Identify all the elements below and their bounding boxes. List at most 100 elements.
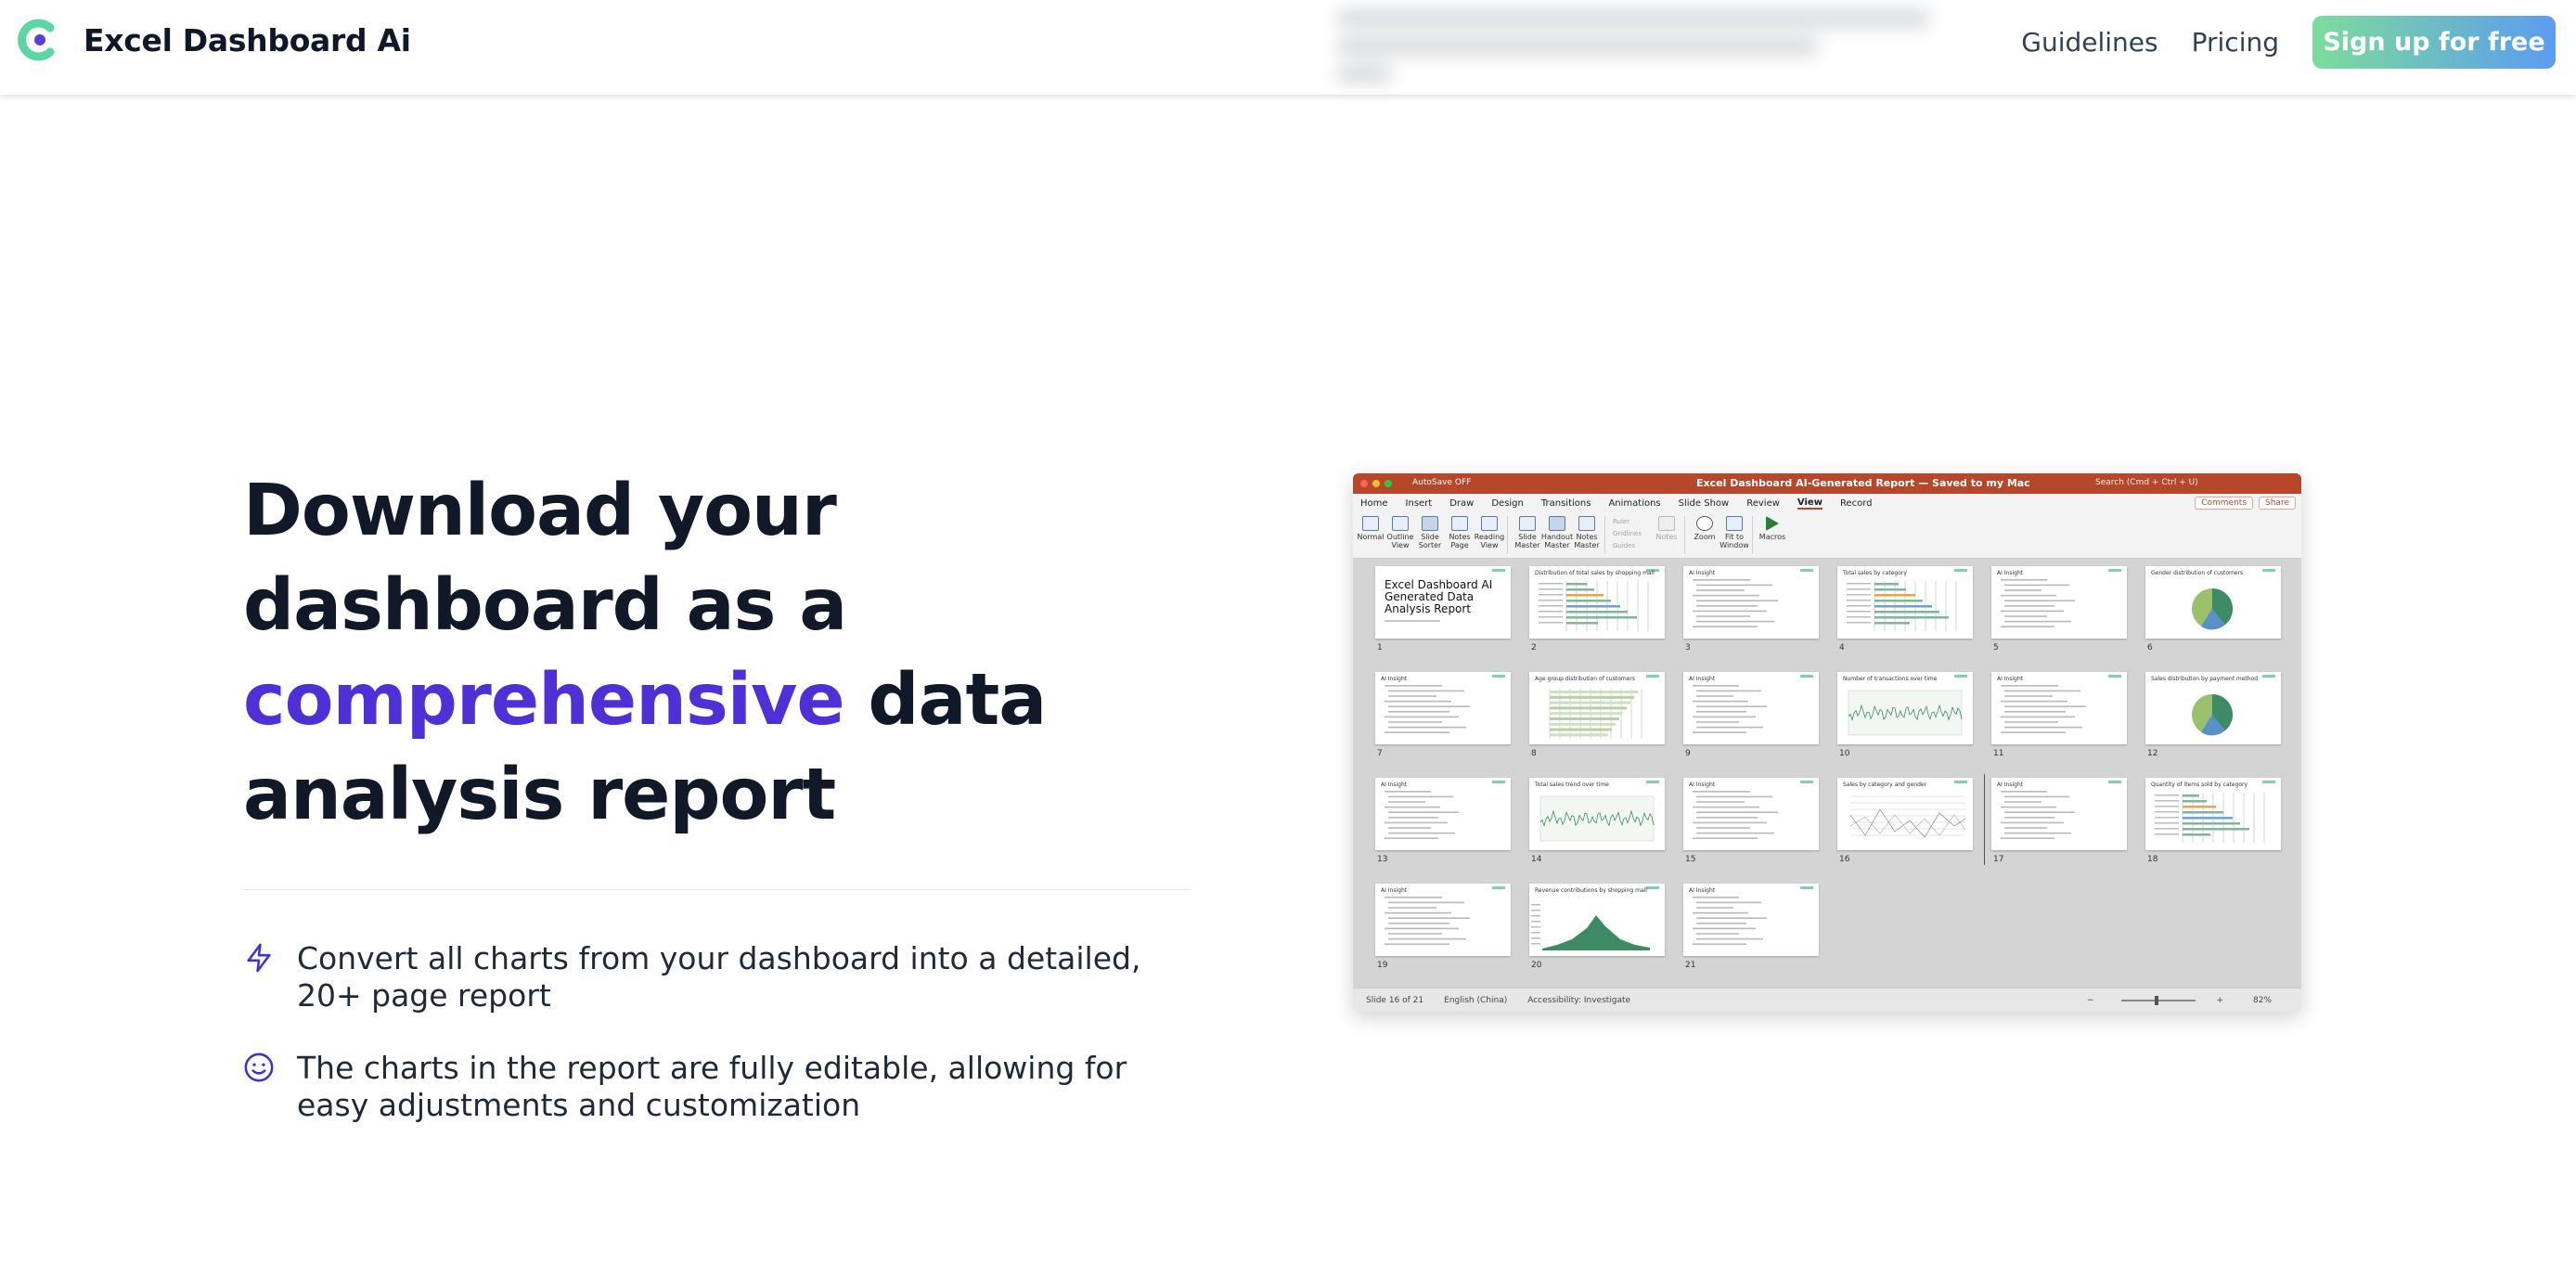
text-line <box>1388 923 1449 924</box>
text-line <box>1696 711 1746 713</box>
bar <box>1550 733 1608 737</box>
slide-number: 3 <box>1685 643 1691 652</box>
bar <box>2183 806 2216 808</box>
signup-button[interactable]: Sign up for free <box>2312 16 2556 69</box>
bar-label <box>1847 611 1871 613</box>
magnifier-icon <box>1695 516 1713 531</box>
nav-pricing-link[interactable]: Pricing <box>2192 27 2279 58</box>
ppt-tab-home: Home <box>1360 497 1388 509</box>
text-line <box>1696 690 1761 692</box>
feature-item: Convert all charts from your dashboard i… <box>243 940 1199 1014</box>
text-line <box>1696 584 1772 587</box>
text-line <box>1696 721 1739 723</box>
ribbon-ruler: Ruler <box>1613 518 1630 525</box>
text-line <box>1696 901 1761 904</box>
text-line <box>2004 721 2058 723</box>
text-line <box>1388 917 1470 919</box>
axis-label <box>1531 904 1540 906</box>
slide-thumbnail: AI Insight <box>1683 672 1819 744</box>
normal-view-icon <box>1362 516 1379 531</box>
bar-label <box>1847 583 1871 585</box>
text-line <box>1693 579 1750 581</box>
slide-title: AI Insight <box>1997 676 2024 682</box>
slide-sorter: Excel Dashboard AI Generated Data Analys… <box>1353 559 2301 988</box>
feature-text: The charts in the report are fully edita… <box>297 1050 1127 1123</box>
nav-guidelines-link[interactable]: Guidelines <box>2021 27 2157 58</box>
slide-thumbnail: AI Insight <box>1991 778 2127 850</box>
slide-number: 4 <box>1839 643 1845 652</box>
text-line <box>2004 726 2082 729</box>
slide-number: 20 <box>1531 961 1542 970</box>
slide-thumbnail: AI Insight <box>1375 672 1511 744</box>
insertion-cursor <box>1984 774 1985 865</box>
brand-home-link[interactable]: Excel Dashboard Ai <box>17 19 411 61</box>
text-line <box>2004 605 2054 607</box>
text-line <box>2001 837 2054 839</box>
slide-thumbnail: Excel Dashboard AI Generated Data Analys… <box>1375 566 1511 639</box>
minimize-icon <box>1372 480 1380 487</box>
text-line <box>1385 821 1448 824</box>
fit-window-icon <box>1725 516 1743 531</box>
text-line <box>1696 615 1750 617</box>
text-line <box>1696 801 1745 803</box>
text-line <box>2001 806 2056 808</box>
bar <box>1874 600 1923 602</box>
text-line <box>2004 817 2054 819</box>
text-line <box>1696 705 1767 707</box>
text-line <box>1388 721 1442 723</box>
slide-thumbnail: Number of transactions over time <box>1837 672 1973 744</box>
bar <box>1874 594 1915 597</box>
window-controls <box>1360 480 1397 487</box>
bar <box>2183 800 2207 803</box>
autosave-state: OFF <box>1454 478 1472 487</box>
slide-thumbnail: AI Insight <box>1375 884 1511 956</box>
feature-list: Convert all charts from your dashboard i… <box>243 940 1199 1124</box>
slide-chart <box>1385 897 1470 945</box>
slide-title: AI Insight <box>1689 570 1716 576</box>
area-series <box>1542 915 1650 950</box>
bar <box>2183 822 2240 825</box>
text-line <box>1385 731 1449 733</box>
axis-label <box>1531 943 1540 945</box>
slide-number: 19 <box>1377 961 1388 970</box>
bar-label <box>1847 600 1871 601</box>
ppt-tab-review: Review <box>1746 497 1780 509</box>
ribbon-label: Outline View <box>1386 533 1414 549</box>
bar <box>1566 583 1587 586</box>
notes-page-icon <box>1451 516 1468 531</box>
text-line <box>1696 933 1739 935</box>
slide-title: Number of transactions over time <box>1843 676 1938 682</box>
status-zoom-value: 82% <box>2252 995 2272 1005</box>
bar-label <box>2155 811 2179 813</box>
ribbon-guides: Guides <box>1613 542 1636 549</box>
ribbon-label: Slide Sorter <box>1418 533 1442 549</box>
text-line <box>1385 685 1442 687</box>
text-line <box>1696 827 1750 829</box>
bar-label <box>1539 616 1563 618</box>
ppt-tab-draw: Draw <box>1449 497 1475 509</box>
slide-thumbnail: Total sales by category <box>1837 566 1973 639</box>
bar-label <box>2155 800 2179 802</box>
text-line <box>1388 711 1449 713</box>
ribbon-show-group: Ruler Gridlines Guides <box>1613 516 1642 552</box>
slide-chart <box>1693 685 1767 733</box>
slide-thumbnail: AI Insight <box>1991 566 2127 639</box>
bar <box>1566 594 1604 597</box>
text-line <box>2001 791 2047 793</box>
bar-label <box>2155 822 2179 824</box>
slide-chart <box>1847 581 1957 631</box>
text-line <box>1388 801 1425 803</box>
text-line <box>1388 907 1436 909</box>
text-line <box>1385 700 1451 703</box>
text-line <box>1388 695 1436 697</box>
status-language: English (China) <box>1444 995 1508 1005</box>
slide-title: Revenue contributions by shopping mall <box>1535 887 1647 894</box>
slide-thumbnail: Quantity of items sold by category <box>2145 778 2281 850</box>
ribbon-separator <box>1507 516 1508 553</box>
text-line <box>1388 832 1455 834</box>
ribbon-notes-master: Notes Master <box>1574 516 1600 549</box>
bar-label <box>1539 605 1563 607</box>
slide-chart <box>1693 579 1778 627</box>
bar <box>1874 611 1939 614</box>
bar-label <box>2155 817 2179 819</box>
